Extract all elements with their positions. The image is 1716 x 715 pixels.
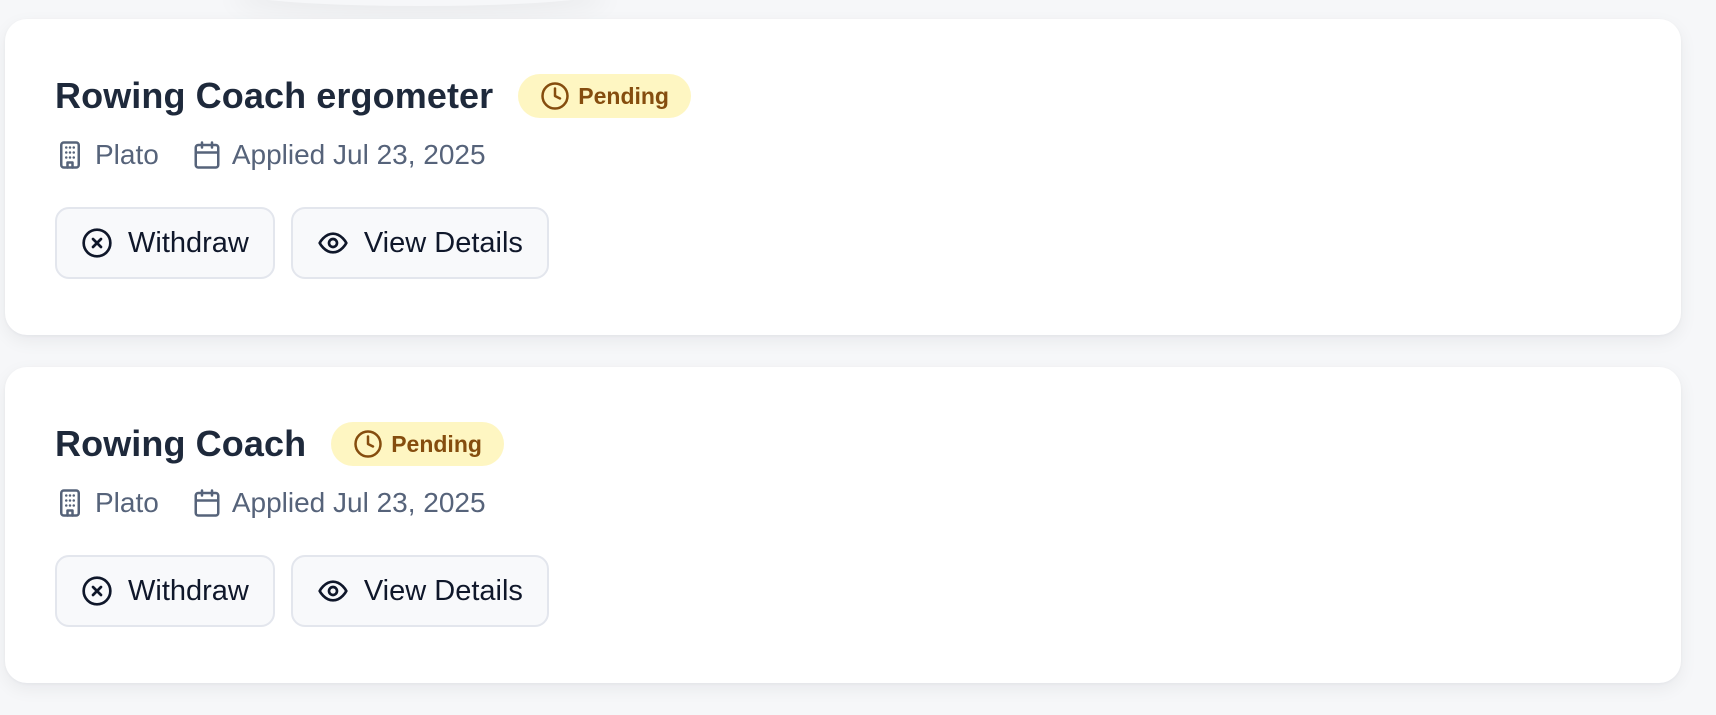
applied-date-info: Applied Jul 23, 2025 — [192, 487, 486, 519]
withdraw-label: Withdraw — [128, 226, 249, 259]
withdraw-button[interactable]: Withdraw — [55, 207, 275, 279]
clock-icon — [540, 81, 570, 111]
card-header: Rowing Coach Pending — [55, 421, 1681, 467]
company-name: Plato — [95, 487, 159, 518]
calendar-icon — [192, 488, 222, 518]
applied-date: Applied Jul 23, 2025 — [231, 139, 486, 170]
applied-date-info: Applied Jul 23, 2025 — [192, 139, 486, 171]
top-shadow — [230, 0, 610, 6]
status-badge: Pending — [331, 422, 504, 466]
view-details-button[interactable]: View Details — [290, 207, 549, 279]
view-details-label: View Details — [363, 574, 523, 607]
building-icon — [55, 140, 85, 170]
clock-icon — [353, 429, 383, 459]
status-badge: Pending — [518, 74, 691, 118]
applications-list: Rowing Coach ergometer Pending Plato App… — [5, 19, 1681, 715]
withdraw-label: Withdraw — [128, 574, 249, 607]
card-actions: Withdraw View Details — [55, 207, 1681, 279]
status-label: Pending — [391, 430, 482, 457]
card-header: Rowing Coach ergometer Pending — [55, 73, 1681, 119]
application-card: Rowing Coach ergometer Pending Plato App… — [5, 19, 1681, 335]
withdraw-button[interactable]: Withdraw — [55, 555, 275, 627]
application-card: Rowing Coach Pending Plato Applied Jul 2… — [5, 367, 1681, 683]
x-circle-icon — [81, 575, 113, 607]
x-circle-icon — [81, 227, 113, 259]
company-name: Plato — [95, 139, 159, 170]
company-info: Plato — [55, 139, 159, 171]
company-info: Plato — [55, 487, 159, 519]
view-details-label: View Details — [363, 226, 523, 259]
applied-date: Applied Jul 23, 2025 — [231, 487, 486, 518]
status-label: Pending — [578, 82, 669, 109]
card-meta: Plato Applied Jul 23, 2025 — [55, 485, 1681, 521]
eye-icon — [317, 227, 349, 259]
building-icon — [55, 488, 85, 518]
view-details-button[interactable]: View Details — [290, 555, 549, 627]
eye-icon — [317, 575, 349, 607]
card-actions: Withdraw View Details — [55, 555, 1681, 627]
job-title: Rowing Coach — [55, 423, 307, 464]
calendar-icon — [192, 140, 222, 170]
job-title: Rowing Coach ergometer — [55, 75, 494, 116]
card-meta: Plato Applied Jul 23, 2025 — [55, 137, 1681, 173]
